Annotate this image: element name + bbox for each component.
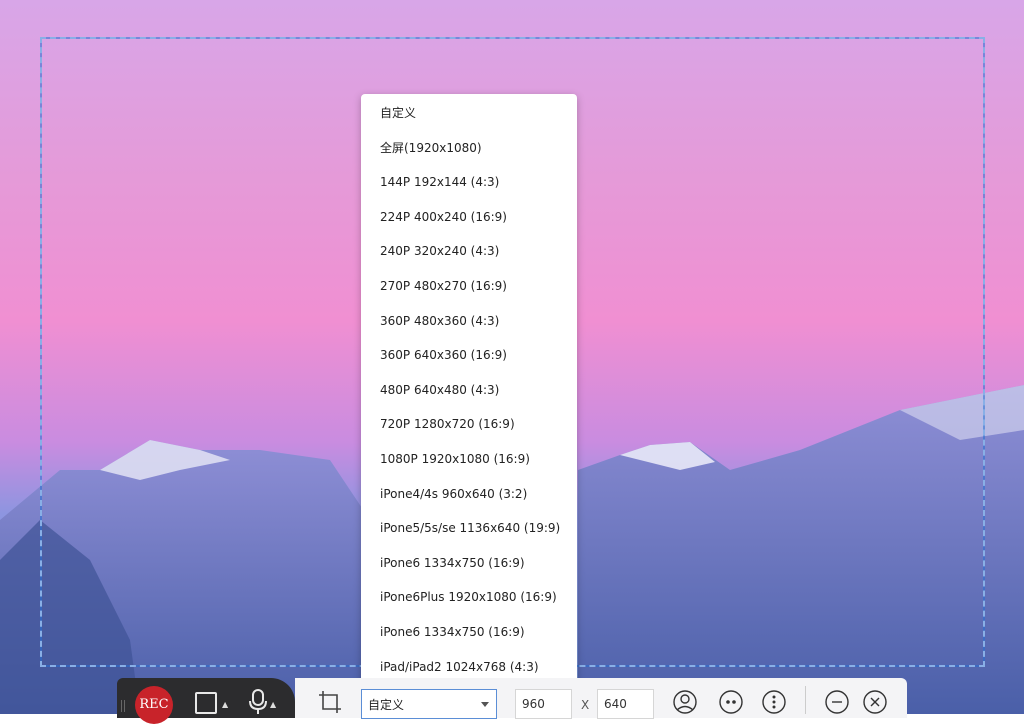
resolution-option[interactable]: 1080P 1920x1080 (16:9) [361,442,577,477]
resolution-option[interactable]: 270P 480x270 (16:9) [361,269,577,304]
resolution-option[interactable]: 144P 192x144 (4:3) [361,165,577,200]
resolution-dropdown-menu: 自定义 全屏(1920x1080) 144P 192x144 (4:3) 224… [361,94,577,688]
resolution-option[interactable]: iPone4/4s 960x640 (3:2) [361,477,577,512]
resolution-option[interactable]: iPone5/5s/se 1136x640 (19:9) [361,511,577,546]
vertical-dots-icon[interactable] [762,690,786,714]
area-caret-icon[interactable]: ▲ [222,700,228,709]
mic-caret-icon[interactable]: ▲ [270,700,276,709]
resolution-option[interactable]: 480P 640x480 (4:3) [361,373,577,408]
rec-button[interactable]: REC [135,686,173,724]
microphone-icon[interactable] [247,688,269,714]
chevron-down-icon [481,702,489,707]
crop-icon[interactable] [318,690,342,714]
resolution-option[interactable]: 720P 1280x720 (16:9) [361,407,577,442]
resolution-option[interactable]: 224P 400x240 (16:9) [361,200,577,235]
more-dots-icon[interactable] [719,690,743,714]
resolution-option[interactable]: 自定义 [361,96,577,131]
resolution-select[interactable]: 自定义 [361,689,497,719]
resolution-option[interactable]: iPone6Plus 1920x1080 (16:9) [361,580,577,615]
resolution-option[interactable]: iPone6 1334x750 (16:9) [361,546,577,581]
resolution-option[interactable]: iPone6 1334x750 (16:9) [361,615,577,650]
toolbar-divider [805,686,806,714]
webcam-person-icon[interactable] [673,690,697,714]
drag-grip-icon[interactable] [121,700,127,712]
resolution-option[interactable]: 240P 320x240 (4:3) [361,234,577,269]
resolution-option[interactable]: 360P 640x360 (16:9) [361,338,577,373]
height-input[interactable]: 640 [597,689,654,719]
dimension-separator: X [581,698,590,712]
resolution-option[interactable]: 360P 480x360 (4:3) [361,304,577,339]
minimize-icon[interactable] [825,690,849,714]
close-icon[interactable] [863,690,887,714]
resolution-option[interactable]: 全屏(1920x1080) [361,131,577,166]
width-input[interactable]: 960 [515,689,572,719]
square-area-icon[interactable] [195,692,217,714]
resolution-select-value: 自定义 [368,698,405,712]
